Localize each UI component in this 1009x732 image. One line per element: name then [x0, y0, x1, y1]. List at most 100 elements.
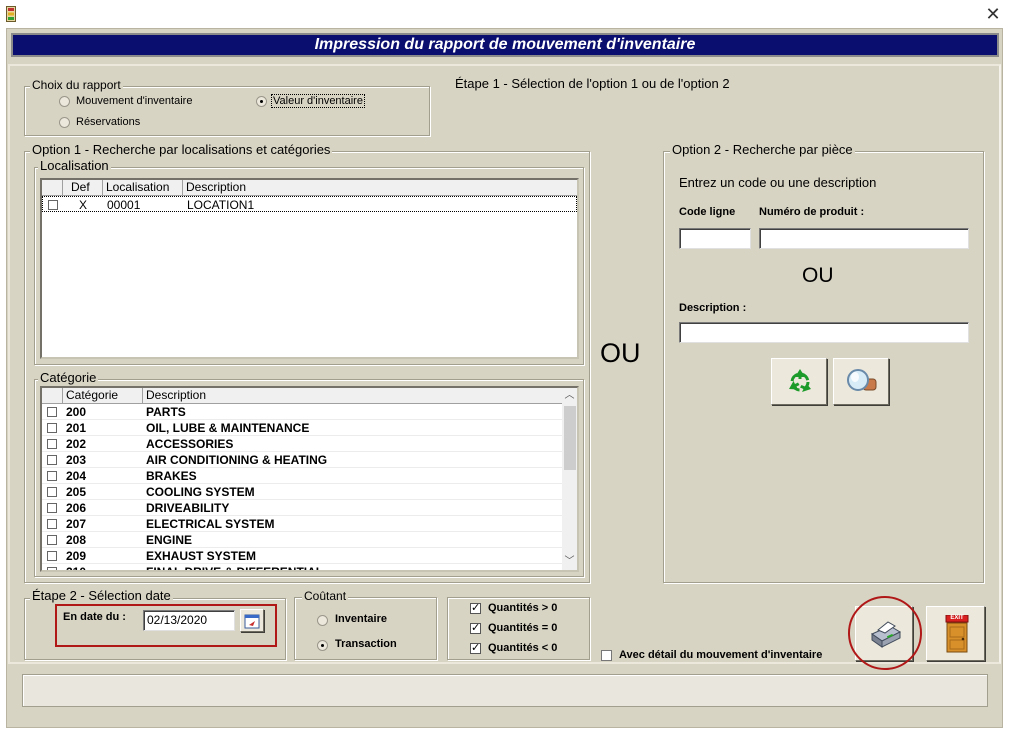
- category-code: 201: [66, 421, 87, 435]
- category-col-code: Catégorie: [63, 388, 143, 403]
- description-label: Description :: [679, 302, 747, 314]
- location-code: 00001: [107, 198, 141, 212]
- category-code: 209: [66, 549, 87, 563]
- row-checkbox[interactable]: [47, 471, 57, 481]
- row-checkbox[interactable]: [47, 423, 57, 433]
- qty-negative-label[interactable]: Quantités < 0: [488, 642, 557, 654]
- table-row[interactable]: 210 FINAL DRIVE & DIFFERENTIAL: [42, 564, 562, 572]
- date-label: En date du :: [63, 611, 126, 623]
- category-code: 206: [66, 501, 87, 515]
- exit-button[interactable]: EXIT: [926, 606, 985, 661]
- scroll-down-icon[interactable]: ﹀: [562, 554, 577, 570]
- table-row[interactable]: 200 PARTS: [42, 404, 562, 420]
- exit-door-icon: EXIT: [943, 614, 971, 653]
- code-ligne-label: Code ligne: [679, 206, 736, 218]
- row-checkbox[interactable]: [47, 487, 57, 497]
- category-col-check: [42, 388, 63, 403]
- category-code: 207: [66, 517, 87, 531]
- category-code: 204: [66, 469, 87, 483]
- row-checkbox[interactable]: [47, 535, 57, 545]
- category-description: FINAL DRIVE & DIFFERENTIAL: [146, 565, 324, 572]
- location-col-description: Description: [186, 180, 247, 194]
- qty-positive-label[interactable]: Quantités > 0: [488, 602, 557, 614]
- table-row[interactable]: 206 DRIVEABILITY: [42, 500, 562, 516]
- scroll-thumb[interactable]: [564, 406, 576, 470]
- table-row[interactable]: 203 AIR CONDITIONING & HEATING: [42, 452, 562, 468]
- row-checkbox[interactable]: [47, 519, 57, 529]
- category-scrollbar[interactable]: ︿ ﹀: [562, 388, 577, 570]
- radio-valeur[interactable]: [256, 96, 267, 107]
- row-checkbox[interactable]: [47, 439, 57, 449]
- option2-label: Option 2 - Recherche par pièce: [670, 142, 855, 157]
- qty-zero-label[interactable]: Quantités = 0: [488, 622, 557, 634]
- row-checkbox[interactable]: [47, 551, 57, 561]
- report-choice-group: [24, 86, 430, 136]
- radio-cost-transaction-label[interactable]: Transaction: [335, 638, 397, 650]
- table-row[interactable]: 205 COOLING SYSTEM: [42, 484, 562, 500]
- scroll-up-icon[interactable]: ︿: [562, 388, 577, 404]
- detail-checkbox-label[interactable]: Avec détail du mouvement d'inventaire: [619, 649, 822, 661]
- location-table: Def Localisation Description X 00001 LOC…: [40, 178, 579, 359]
- row-checkbox[interactable]: [47, 407, 57, 417]
- category-description: PARTS: [146, 405, 186, 419]
- table-row[interactable]: 202 ACCESSORIES: [42, 436, 562, 452]
- location-col-check: [42, 180, 63, 195]
- radio-mouvement-label[interactable]: Mouvement d'inventaire: [76, 95, 192, 107]
- category-description: ACCESSORIES: [146, 437, 234, 451]
- product-number-label: Numéro de produit :: [759, 206, 865, 218]
- category-label: Catégorie: [38, 370, 99, 385]
- qty-zero-checkbox[interactable]: ✓: [470, 623, 481, 634]
- row-checkbox[interactable]: [48, 200, 58, 210]
- code-ligne-input[interactable]: [679, 228, 751, 249]
- detail-checkbox[interactable]: [601, 650, 612, 661]
- category-description: ELECTRICAL SYSTEM: [146, 517, 275, 531]
- product-number-input[interactable]: [759, 228, 969, 249]
- category-code: 203: [66, 453, 87, 467]
- category-col-description: Description: [146, 388, 207, 402]
- table-row[interactable]: X 00001 LOCATION1: [42, 196, 577, 212]
- table-row[interactable]: 204 BRAKES: [42, 468, 562, 484]
- row-checkbox[interactable]: [47, 455, 57, 465]
- category-code: 208: [66, 533, 87, 547]
- qty-negative-checkbox[interactable]: ✓: [470, 643, 481, 654]
- close-icon[interactable]: ✕: [981, 3, 1005, 25]
- radio-valeur-label[interactable]: Valeur d'inventaire: [271, 94, 365, 108]
- row-checkbox[interactable]: [47, 567, 57, 570]
- table-row[interactable]: 209 EXHAUST SYSTEM: [42, 548, 562, 564]
- magnifier-icon: [845, 366, 879, 399]
- category-table-header: Catégorie Description: [42, 388, 562, 404]
- qty-positive-checkbox[interactable]: ✓: [470, 603, 481, 614]
- big-ou-label: OU: [600, 338, 641, 368]
- location-col-code: Localisation: [103, 180, 183, 195]
- cost-label: Coûtant: [302, 589, 349, 603]
- exit-sign-text: EXIT: [950, 615, 964, 621]
- location-col-def: Def: [63, 180, 103, 195]
- step1-label: Étape 1 - Sélection de l'option 1 ou de …: [455, 76, 730, 91]
- radio-cost-inventaire[interactable]: [317, 615, 328, 626]
- table-row[interactable]: 208 ENGINE: [42, 532, 562, 548]
- category-description: AIR CONDITIONING & HEATING: [146, 453, 328, 467]
- option2-instruction: Entrez un code ou une description: [679, 175, 877, 190]
- category-description: EXHAUST SYSTEM: [146, 549, 257, 563]
- radio-reservations[interactable]: [59, 117, 70, 128]
- row-checkbox[interactable]: [47, 503, 57, 513]
- page-title: Impression du rapport de mouvement d'inv…: [11, 33, 999, 57]
- title-bar: ✕: [0, 0, 1009, 28]
- recycle-icon: [785, 366, 815, 399]
- reset-button[interactable]: [771, 358, 827, 405]
- calendar-icon: [244, 613, 260, 632]
- calendar-button[interactable]: [240, 609, 264, 632]
- radio-cost-inventaire-label[interactable]: Inventaire: [335, 613, 387, 625]
- app-icon: [6, 6, 16, 22]
- table-row[interactable]: 207 ELECTRICAL SYSTEM: [42, 516, 562, 532]
- report-choice-label: Choix du rapport: [30, 78, 123, 92]
- radio-reservations-label[interactable]: Réservations: [76, 116, 140, 128]
- description-input[interactable]: [679, 322, 969, 343]
- radio-cost-transaction[interactable]: [317, 640, 328, 651]
- date-input[interactable]: 02/13/2020: [143, 610, 235, 631]
- option1-label: Option 1 - Recherche par localisations e…: [30, 142, 333, 157]
- radio-mouvement[interactable]: [59, 96, 70, 107]
- print-highlight: [848, 596, 922, 670]
- search-button[interactable]: [833, 358, 889, 405]
- table-row[interactable]: 201 OIL, LUBE & MAINTENANCE: [42, 420, 562, 436]
